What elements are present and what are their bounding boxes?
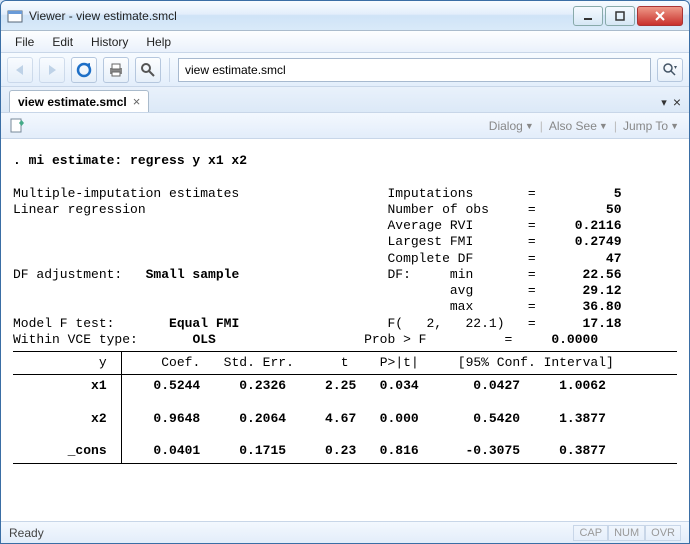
toolbar-separator xyxy=(169,58,170,82)
output-line: Within VCE type: OLS Prob > F = 0.0000 xyxy=(13,332,598,347)
results-table: y Coef. Std. Err. t P>|t| [95% Conf. Int… xyxy=(13,351,677,464)
status-ready: Ready xyxy=(9,526,44,540)
output-line: Model F test: Equal FMI F( 2, 22.1) = 17… xyxy=(13,316,622,331)
dialog-link[interactable]: Dialog▼ xyxy=(487,119,536,133)
output-line: DF adjustment: Small sample DF: min = 22… xyxy=(13,267,622,282)
jump-to-link[interactable]: Jump To▼ xyxy=(621,119,681,133)
tab-active[interactable]: view estimate.smcl × xyxy=(9,90,149,112)
chevron-down-icon: ▼ xyxy=(599,121,608,131)
toolbar xyxy=(1,53,689,87)
chevron-down-icon: ▼ xyxy=(525,121,534,131)
status-ovr: OVR xyxy=(645,525,681,541)
menu-help[interactable]: Help xyxy=(138,33,179,51)
window-title: Viewer - view estimate.smcl xyxy=(29,9,573,23)
table-row: x2 0.9648 0.2064 4.67 0.000 0.5420 1.387… xyxy=(13,411,677,427)
table-row: _cons 0.0401 0.1715 0.23 0.816 -0.3075 0… xyxy=(13,443,677,459)
menubar: File Edit History Help xyxy=(1,31,689,53)
minimize-button[interactable] xyxy=(573,6,603,26)
find-button[interactable] xyxy=(135,57,161,83)
statusbar: Ready CAP NUM OVR xyxy=(1,521,689,543)
tabbar: view estimate.smcl × ▾ × xyxy=(1,87,689,113)
chevron-down-icon: ▼ xyxy=(670,121,679,131)
output-line: Multiple-imputation estimates Imputation… xyxy=(13,186,622,201)
output-line: Linear regression Number of obs = 50 xyxy=(13,202,622,217)
table-row: x1 0.5244 0.2326 2.25 0.034 0.0427 1.006… xyxy=(13,378,677,394)
output-line: Complete DF = 47 xyxy=(13,251,622,266)
tab-label: view estimate.smcl xyxy=(18,95,127,109)
close-button[interactable] xyxy=(637,6,683,26)
menu-history[interactable]: History xyxy=(83,33,136,51)
maximize-button[interactable] xyxy=(605,6,635,26)
search-go-button[interactable] xyxy=(657,58,683,82)
back-button[interactable] xyxy=(7,57,33,83)
viewer-window: Viewer - view estimate.smcl File Edit Hi… xyxy=(0,0,690,544)
refresh-button[interactable] xyxy=(71,57,97,83)
forward-button[interactable] xyxy=(39,57,65,83)
also-see-link[interactable]: Also See▼ xyxy=(547,119,610,133)
menu-file[interactable]: File xyxy=(7,33,42,51)
table-header-row: y Coef. Std. Err. t P>|t| [95% Conf. Int… xyxy=(13,355,677,371)
address-input[interactable] xyxy=(178,58,651,82)
subtoolbar: Dialog▼ | Also See▼ | Jump To▼ xyxy=(1,113,689,139)
tab-dropdown-icon[interactable]: ▾ xyxy=(661,96,667,109)
status-num: NUM xyxy=(608,525,645,541)
output-line: Largest FMI = 0.2749 xyxy=(13,234,622,249)
output-line: avg = 29.12 xyxy=(13,283,622,298)
app-icon xyxy=(7,8,23,24)
print-button[interactable] xyxy=(103,57,129,83)
menu-edit[interactable]: Edit xyxy=(44,33,81,51)
titlebar[interactable]: Viewer - view estimate.smcl xyxy=(1,1,689,31)
tab-close-icon[interactable]: × xyxy=(133,94,141,109)
content-area[interactable]: . mi estimate: regress y x1 x2 Multiple-… xyxy=(1,139,689,521)
output-line: max = 36.80 xyxy=(13,299,622,314)
output-line: Average RVI = 0.2116 xyxy=(13,218,622,233)
tabbar-close-icon[interactable]: × xyxy=(673,94,681,110)
new-doc-icon[interactable] xyxy=(9,117,27,135)
status-cap: CAP xyxy=(573,525,608,541)
command-line: . mi estimate: regress y x1 x2 xyxy=(13,153,247,168)
